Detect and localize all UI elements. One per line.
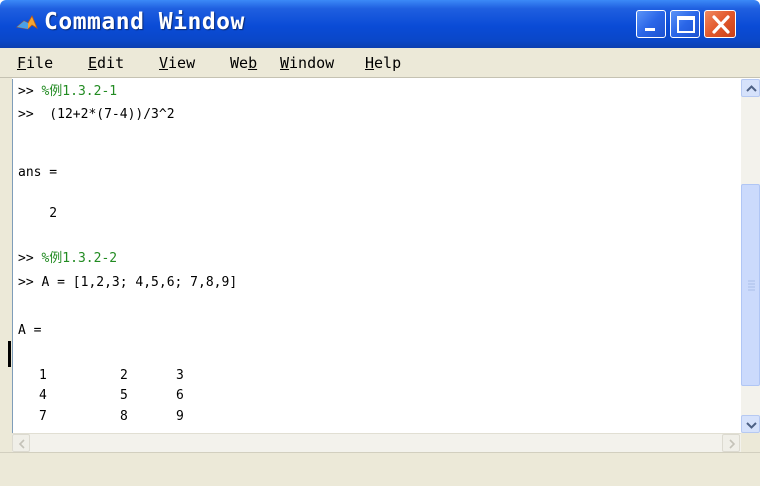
minimize-icon (645, 28, 655, 31)
matrix-cell: 2 (120, 368, 128, 383)
window-left-edge (0, 78, 12, 452)
chevron-right-icon (729, 439, 736, 449)
command-window-output[interactable]: >> %例1.3.2-1 >> (12+2*(7-4))/3^2 ans = 2… (12, 79, 742, 433)
menu-view[interactable]: View (159, 54, 195, 72)
matlab-logo-icon (16, 15, 38, 30)
grip-icon (748, 280, 755, 291)
close-icon (712, 15, 730, 34)
menu-window[interactable]: Window (280, 54, 334, 72)
horizontal-scrollbar[interactable] (12, 433, 741, 452)
console-line: 2 (18, 206, 58, 221)
menu-help[interactable]: Help (365, 54, 401, 72)
console-line: >> %例1.3.2-1 (18, 84, 118, 99)
console-line: >> %例1.3.2-2 (18, 251, 118, 266)
maximize-button[interactable] (670, 10, 700, 38)
chevron-down-icon (746, 422, 757, 429)
text-cursor (8, 341, 11, 367)
menu-web[interactable]: Web (230, 54, 257, 72)
matrix-cell: 5 (120, 388, 128, 403)
vertical-scrollbar[interactable] (741, 79, 760, 433)
matrix-cell: 4 (39, 388, 47, 403)
matrix-cell: 9 (176, 409, 184, 424)
matrix-cell: 1 (39, 368, 47, 383)
scrollbar-corner (741, 433, 760, 452)
scroll-thumb[interactable] (741, 184, 760, 386)
matrix-cell: 7 (39, 409, 47, 424)
title-bar[interactable]: Command Window (0, 0, 760, 48)
status-bar (0, 452, 760, 486)
menu-file[interactable]: File (17, 54, 53, 72)
scroll-down-button[interactable] (741, 415, 760, 433)
window-title: Command Window (44, 9, 245, 35)
matrix-cell: 8 (120, 409, 128, 424)
matrix-cell: 3 (176, 368, 184, 383)
close-button[interactable] (704, 10, 736, 38)
scroll-right-button[interactable] (722, 434, 740, 452)
console-line: >> (12+2*(7-4))/3^2 (18, 107, 175, 122)
console-line: ans = (18, 165, 58, 180)
menu-bar: File Edit View Web Window Help (0, 48, 760, 78)
matrix-cell: 6 (176, 388, 184, 403)
console-line: >> A = [1,2,3; 4,5,6; 7,8,9] (18, 275, 238, 290)
console-line: A = (18, 323, 42, 338)
scroll-left-button[interactable] (12, 434, 30, 452)
chevron-left-icon (18, 439, 25, 449)
chevron-up-icon (746, 85, 757, 92)
maximize-icon (677, 16, 695, 33)
minimize-button[interactable] (636, 10, 666, 38)
scroll-up-button[interactable] (741, 79, 760, 97)
menu-edit[interactable]: Edit (88, 54, 124, 72)
